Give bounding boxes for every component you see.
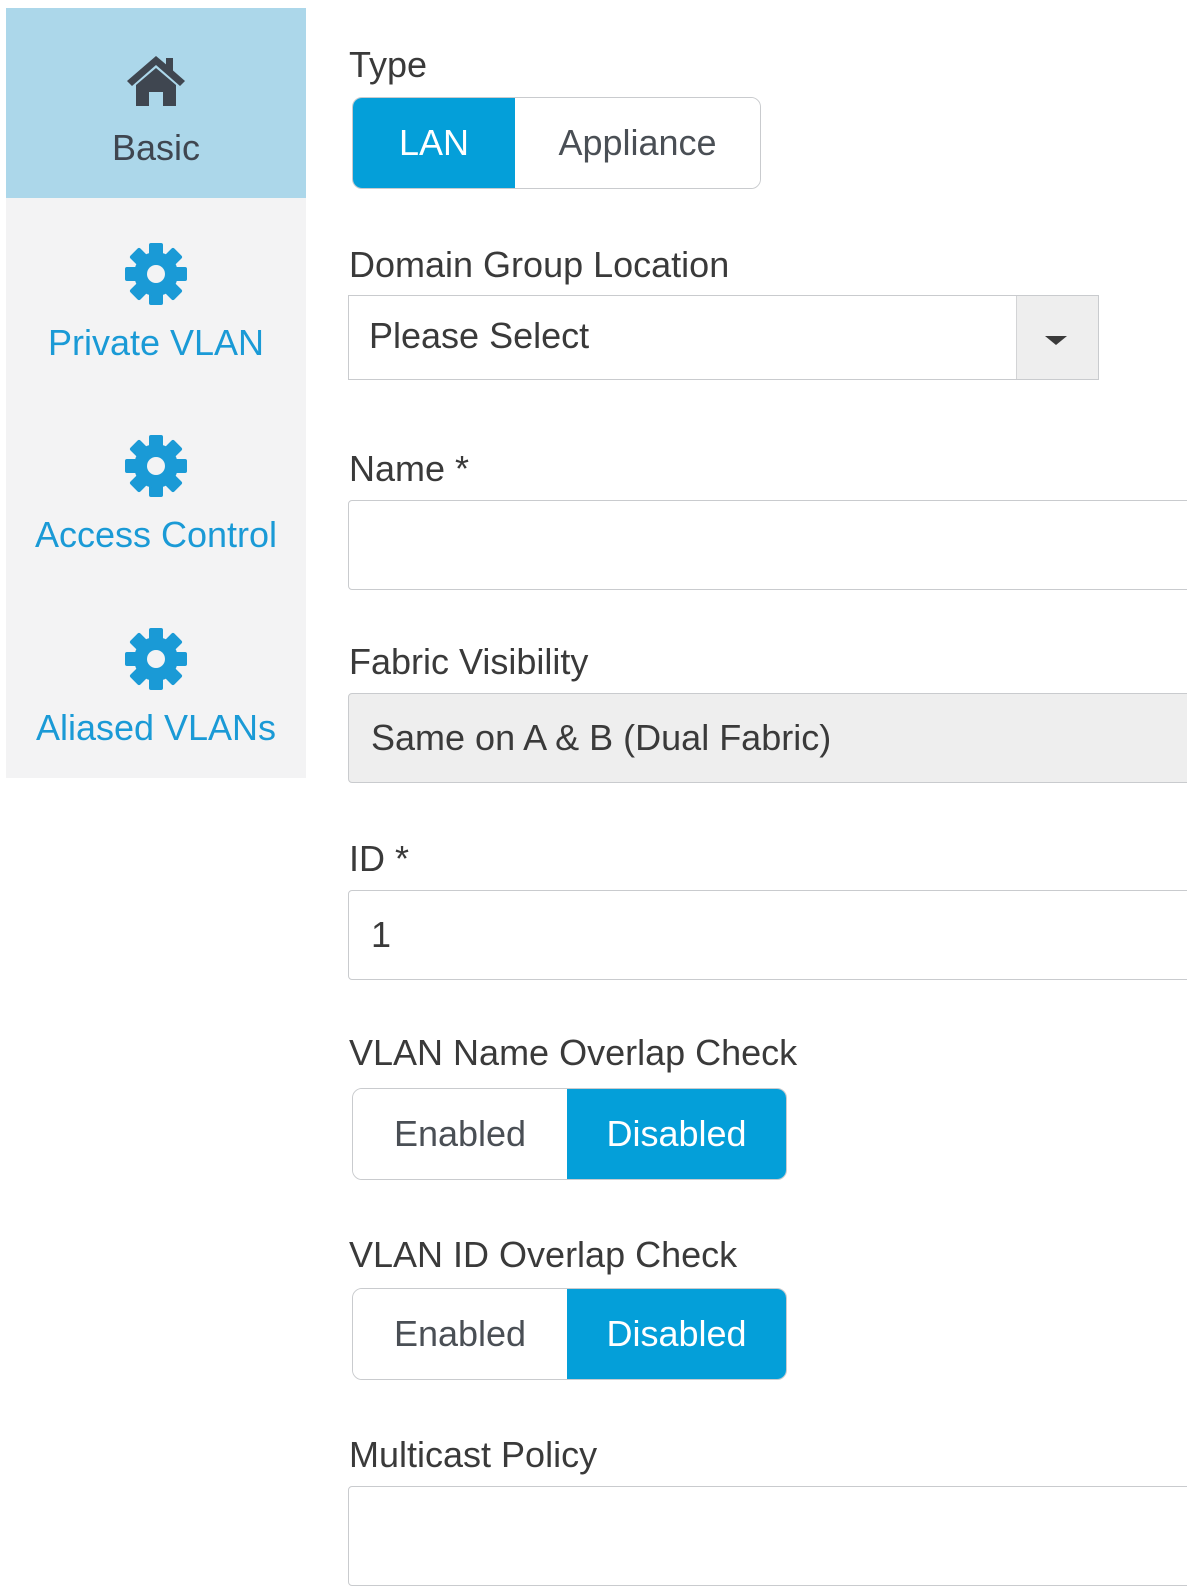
- type-option-lan[interactable]: LAN: [353, 98, 515, 188]
- multicast-policy-label: Multicast Policy: [349, 1434, 598, 1475]
- id-label: ID *: [349, 838, 410, 879]
- vlan-id-overlap-check-label: VLAN ID Overlap Check: [349, 1234, 738, 1275]
- sidebar-item-private-vlan[interactable]: Private VLAN: [6, 203, 306, 393]
- name-field[interactable]: [348, 500, 1187, 590]
- vlan-name-overlap-toggle: Enabled Disabled: [352, 1088, 787, 1180]
- vlan-name-overlap-enabled[interactable]: Enabled: [353, 1089, 567, 1179]
- id-value: 1: [371, 914, 392, 955]
- name-label: Name *: [349, 448, 470, 489]
- vlan-id-overlap-toggle: Enabled Disabled: [352, 1288, 787, 1380]
- type-toggle: LAN Appliance: [352, 97, 761, 189]
- fabric-visibility-value: Same on A & B (Dual Fabric): [371, 717, 832, 758]
- sidebar-item-label: Access Control: [34, 514, 278, 555]
- vlan-id-overlap-disabled[interactable]: Disabled: [567, 1289, 786, 1379]
- type-option-appliance[interactable]: Appliance: [515, 98, 760, 188]
- type-label: Type: [349, 44, 428, 85]
- multicast-policy-field[interactable]: [348, 1486, 1187, 1586]
- sidebar-item-aliased-vlans[interactable]: Aliased VLANs: [6, 588, 306, 778]
- sidebar-item-access-control[interactable]: Access Control: [6, 395, 306, 585]
- dropdown-toggle[interactable]: [1016, 296, 1098, 379]
- vlan-id-overlap-enabled[interactable]: Enabled: [353, 1289, 567, 1379]
- gear-icon: [125, 628, 187, 690]
- sidebar-item-label: Private VLAN: [47, 322, 265, 363]
- chevron-down-icon: [1045, 336, 1067, 345]
- domain-group-location-value: Please Select: [369, 315, 590, 356]
- fabric-visibility-label: Fabric Visibility: [349, 641, 589, 682]
- gear-icon: [125, 243, 187, 305]
- domain-group-location-label: Domain Group Location: [349, 244, 730, 285]
- sidebar-item-label: Basic: [111, 127, 201, 168]
- id-field[interactable]: 1: [348, 890, 1187, 980]
- sidebar-item-label: Aliased VLANs: [35, 707, 277, 748]
- vlan-name-overlap-check-label: VLAN Name Overlap Check: [349, 1032, 798, 1073]
- sidebar-nav: Basic Private VLAN Access Control Aliase…: [6, 8, 306, 778]
- gear-icon: [125, 435, 187, 497]
- fabric-visibility-field: Same on A & B (Dual Fabric): [348, 693, 1187, 783]
- sidebar-item-basic[interactable]: Basic: [6, 8, 306, 198]
- home-icon: [127, 56, 185, 106]
- vlan-name-overlap-disabled[interactable]: Disabled: [567, 1089, 786, 1179]
- domain-group-location-select[interactable]: Please Select: [348, 295, 1099, 380]
